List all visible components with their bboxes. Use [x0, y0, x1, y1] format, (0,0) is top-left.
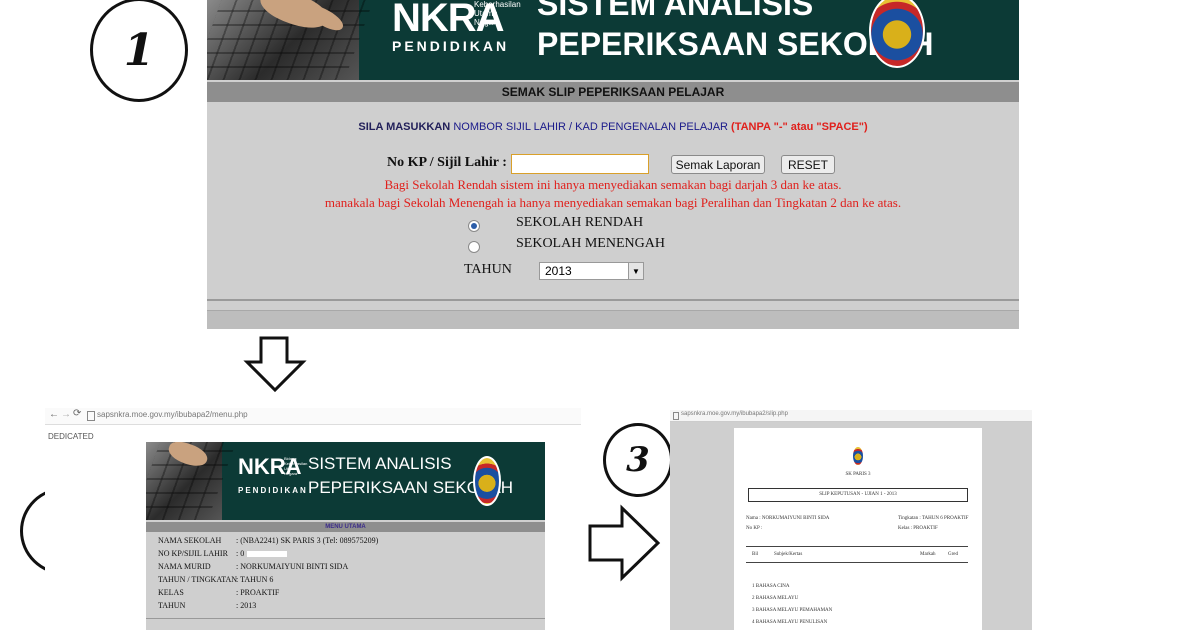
menu-divider: [146, 618, 545, 619]
keyboard-hand-image: [146, 442, 237, 520]
meta-level: Tingkatan : TAHUN 6 PROAKTIF: [898, 516, 969, 521]
col-header-bil: Bil: [752, 552, 759, 557]
year-label: TAHUN: [464, 262, 512, 277]
slip-url[interactable]: sapsnkra.moe.gov.my/ibubapa2/slip.php: [681, 411, 788, 417]
menu-banner: NKRA Bidang Keberhasilan Utama Negara PE…: [146, 442, 545, 520]
table-top-rule: [746, 546, 968, 547]
slip-title: SLIP KEPUTUSAN - UJIAN 1 - 2013: [819, 492, 897, 497]
result-slip-screenshot: sapsnkra.moe.gov.my/ibubapa2/slip.php SK…: [670, 410, 1032, 630]
redacted-block: [247, 551, 288, 558]
check-report-button[interactable]: Semak Laporan: [671, 155, 765, 174]
back-icon[interactable]: ←: [49, 409, 59, 420]
pendidikan-label: PENDIDIKAN: [238, 486, 308, 495]
info-row-class: KELAS: PROAKTIF: [158, 588, 280, 597]
banner-title-line1: SISTEM ANALISIS: [537, 0, 814, 22]
subject-row: 1 BAHASA CINA: [752, 584, 790, 589]
site-banner: NKRA Keberhasilan Utama Negara PENDIDIKA…: [207, 0, 1019, 80]
school-name: SK PARIS 3: [845, 472, 871, 477]
reload-icon[interactable]: ⟳: [73, 408, 81, 419]
subject-row: 3 BAHASA MELAYU PEMAHAMAN: [752, 608, 833, 613]
subject-row: 4 BAHASA MELAYU PENULISAN: [752, 620, 828, 625]
meta-id: No KP :: [746, 526, 763, 531]
footer-divider: [207, 299, 1019, 301]
col-header-subject: Subjek/Kertas: [774, 552, 803, 557]
info-row-id: NO KP/SIJIL LAHIR: 0: [158, 549, 288, 558]
chevron-down-icon[interactable]: ▼: [628, 263, 643, 279]
radio-sekolah-rendah[interactable]: [468, 220, 480, 232]
col-header-grade: Gred: [948, 552, 958, 557]
pendidikan-label: PENDIDIKAN: [392, 38, 510, 54]
id-field-label: No KP / Sijil Lahir :: [387, 155, 507, 170]
footer-bar: [207, 310, 1019, 329]
menu-title: MENU UTAMA: [146, 522, 545, 532]
slip-document: SK PARIS 3 SLIP KEPUTUSAN - UJIAN 1 - 20…: [734, 428, 982, 630]
step-3-badge: 3: [603, 423, 673, 497]
info-row-year: TAHUN: 2013: [158, 601, 257, 610]
step-1-badge: 1: [90, 0, 188, 102]
page-icon: [673, 412, 679, 420]
keyboard-hand-image: [207, 0, 374, 80]
subject-row: 2 BAHASA MELAYU: [752, 596, 799, 601]
info-row-grade: TAHUN / TINGKATAN: TAHUN 6: [158, 575, 274, 584]
note-secondary: manakala bagi Sekolah Menengah ia hanya …: [324, 195, 902, 210]
banner-title-line1: SISTEM ANALISIS: [308, 454, 452, 473]
nkra-small-text: Keberhasilan Utama Negara: [474, 0, 521, 27]
nkra-small-text: Bidang Keberhasilan Utama Negara: [284, 456, 308, 476]
dedicated-text: DEDICATED: [48, 432, 94, 441]
browser-toolbar: ← → ⟳ sapsnkra.moe.gov.my/ibubapa2/menu.…: [45, 408, 581, 425]
info-row-student: NAMA MURID: NORKUMAIYUNI BINTI SIDA: [158, 562, 349, 571]
table-header-rule: [746, 562, 968, 563]
school-crest-logo: [852, 446, 864, 466]
id-number-input[interactable]: [511, 154, 649, 174]
exam-check-page: NKRA Keberhasilan Utama Negara PENDIDIKA…: [207, 0, 1019, 329]
arrow-right-icon: [588, 504, 661, 582]
meta-name: Nama : NORKUMAIYUNI BINTI SIDA: [746, 516, 830, 521]
meta-class: Kelas : PROAKTIF: [898, 526, 938, 531]
year-select[interactable]: 2013 ▼: [539, 262, 644, 280]
radio-label-rendah: SEKOLAH RENDAH: [516, 215, 644, 230]
student-menu-screenshot: ← → ⟳ sapsnkra.moe.gov.my/ibubapa2/menu.…: [45, 408, 581, 630]
radio-sekolah-menengah[interactable]: [468, 241, 480, 253]
arrow-down-icon: [243, 336, 307, 393]
col-header-marks: Markah: [920, 552, 936, 557]
info-row-school: NAMA SEKOLAH: (NBA2241) SK PARIS 3 (Tel:…: [158, 536, 379, 545]
page-icon: [87, 411, 95, 421]
address-bar[interactable]: sapsnkra.moe.gov.my/ibubapa2/menu.php: [97, 410, 248, 419]
ministry-crest-logo: [473, 456, 501, 506]
note-primary: Bagi Sekolah Rendah sistem ini hanya men…: [384, 177, 842, 192]
reset-button[interactable]: RESET: [781, 155, 835, 174]
slip-address-bar: sapsnkra.moe.gov.my/ibubapa2/slip.php: [670, 410, 1032, 422]
menu-page: NKRA Bidang Keberhasilan Utama Negara PE…: [146, 442, 545, 630]
instruction-text: SILA MASUKKAN NOMBOR SIJIL LAHIR / KAD P…: [358, 121, 868, 133]
forward-icon[interactable]: →: [61, 409, 71, 420]
page-subheader: SEMAK SLIP PEPERIKSAAN PELAJAR: [207, 82, 1019, 102]
radio-label-menengah: SEKOLAH MENENGAH: [516, 236, 665, 251]
